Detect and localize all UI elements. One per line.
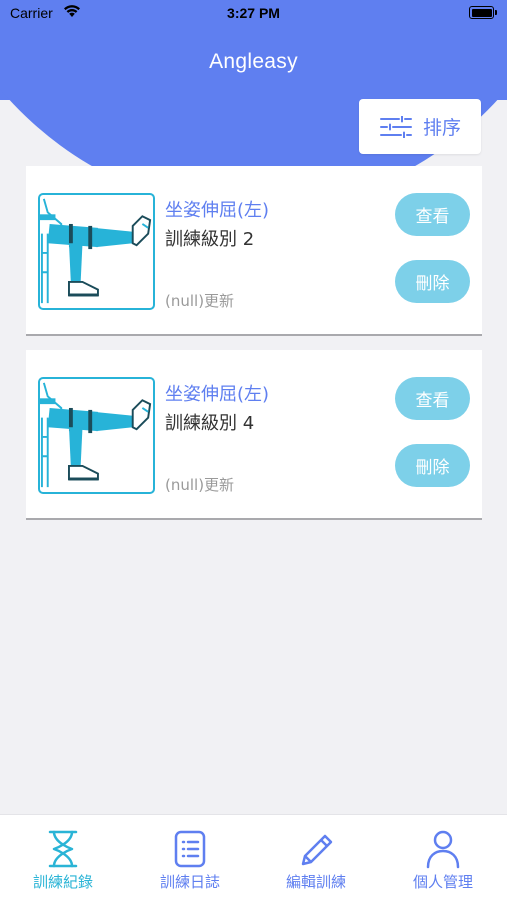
tab-label: 訓練日誌 — [159, 873, 220, 891]
tab-label: 訓練紀錄 — [32, 873, 93, 891]
checklist-icon — [174, 830, 206, 868]
tab-label: 個人管理 — [412, 873, 473, 891]
tab-label: 編輯訓練 — [285, 873, 346, 891]
hourglass-icon — [48, 830, 78, 868]
record-card: 坐姿伸屈(左) 訓練級別 2 (null)更新 查看 刪除 — [26, 166, 482, 336]
status-bar: Carrier 3:27 PM — [0, 0, 507, 26]
training-level: 訓練級別 4 — [165, 413, 255, 434]
person-icon — [426, 830, 460, 869]
tab-training-records[interactable]: 訓練紀錄 — [0, 815, 126, 900]
sliders-icon — [379, 115, 412, 138]
status-time: 3:27 PM — [227, 5, 280, 21]
battery-icon — [469, 6, 497, 19]
training-level: 訓練級別 2 — [165, 229, 255, 250]
tab-training-log[interactable]: 訓練日誌 — [127, 815, 253, 900]
record-card: 坐姿伸屈(左) 訓練級別 4 (null)更新 查看 刪除 — [26, 350, 482, 520]
exercise-title: 坐姿伸屈(左) — [165, 200, 270, 221]
view-button[interactable]: 查看 — [395, 193, 470, 236]
seated-leg-extension-illustration — [38, 193, 155, 310]
tab-edit-training[interactable]: 編輯訓練 — [253, 815, 379, 900]
tab-bar: 訓練紀錄 訓練日誌 編輯訓練 個人管理 — [0, 814, 507, 900]
seated-leg-extension-illustration — [38, 377, 155, 494]
pencil-icon — [301, 834, 333, 866]
view-button[interactable]: 查看 — [395, 377, 470, 420]
tab-personal-management[interactable]: 個人管理 — [380, 815, 506, 900]
app-title: Angleasy — [209, 50, 298, 73]
exercise-title: 坐姿伸屈(左) — [165, 384, 270, 405]
updated-label: (null)更新 — [165, 476, 235, 494]
sort-button[interactable]: 排序 — [359, 99, 481, 154]
delete-button[interactable]: 刪除 — [395, 444, 470, 487]
delete-button[interactable]: 刪除 — [395, 260, 470, 303]
updated-label: (null)更新 — [165, 292, 235, 310]
sort-label: 排序 — [422, 117, 461, 139]
